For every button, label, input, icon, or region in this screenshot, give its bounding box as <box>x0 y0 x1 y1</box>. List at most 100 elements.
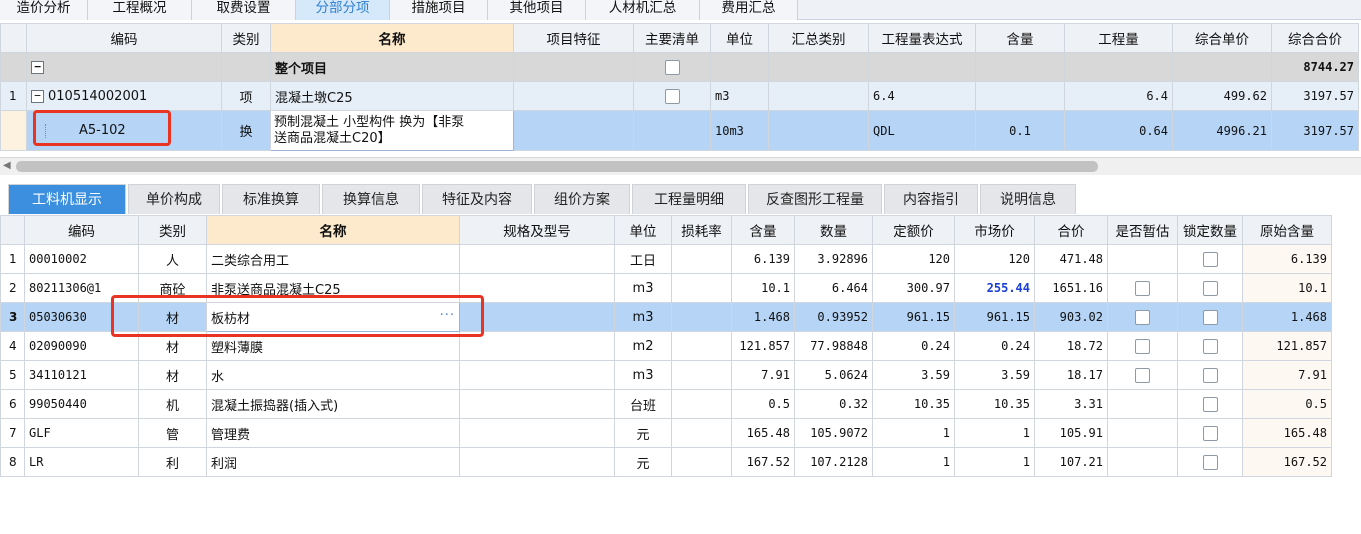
material-market-price[interactable]: 10.35 <box>954 389 1035 419</box>
subtab-labor-material-display[interactable]: 工料机显示 <box>8 184 126 214</box>
estimate-checkbox[interactable] <box>1135 367 1150 383</box>
estimate-checkbox[interactable] <box>1135 309 1150 325</box>
table-row[interactable]: 1 00010002 人二类综合用工 工日 6.139 3.92896 120 120 471.… <box>0 244 1332 274</box>
material-code[interactable]: LR <box>24 447 139 477</box>
lock-checkbox[interactable] <box>1202 309 1218 325</box>
material-spec[interactable] <box>459 331 615 361</box>
header-quantity[interactable]: 工程量 <box>1064 23 1173 53</box>
subtab-quantity-details[interactable]: 工程量明细 <box>632 184 746 214</box>
header-lock-quantity[interactable]: 锁定数量 <box>1177 215 1243 245</box>
lock-quantity-cell[interactable] <box>1177 389 1243 419</box>
material-market-price[interactable]: 1 <box>954 418 1035 448</box>
material-market-price[interactable]: 1 <box>954 447 1035 477</box>
material-content[interactable]: 10.1 <box>731 273 795 303</box>
material-content[interactable]: 1.468 <box>731 302 795 332</box>
material-loss-rate[interactable] <box>671 418 732 448</box>
material-loss-rate[interactable] <box>671 302 732 332</box>
material-code[interactable]: 99050440 <box>24 389 139 419</box>
material-market-price[interactable]: 120 <box>954 244 1035 274</box>
header-quantity-expression[interactable]: 工程量表达式 <box>868 23 976 53</box>
is-estimate-cell[interactable] <box>1107 418 1178 448</box>
header-content[interactable]: 含量 <box>975 23 1065 53</box>
subtab-description-info[interactable]: 说明信息 <box>980 184 1076 214</box>
material-spec[interactable] <box>459 273 615 303</box>
table-row[interactable]: 8 LR 利利润元 167.52 107.2128 1 1 107.21 167.52 <box>0 447 1332 477</box>
horizontal-scrollbar[interactable]: ◀ <box>0 157 1361 175</box>
material-code[interactable]: GLF <box>24 418 139 448</box>
header-name[interactable]: 名称 <box>206 215 460 245</box>
material-content[interactable]: 0.5 <box>731 389 795 419</box>
scroll-left-icon[interactable]: ◀ <box>3 160 11 171</box>
subtab-features-content[interactable]: 特征及内容 <box>422 184 532 214</box>
material-code[interactable]: 00010002 <box>24 244 139 274</box>
item-row[interactable]: 1 −010514002001 项 混凝土墩C25 m3 6.4 6.4 499… <box>0 81 1359 111</box>
main-list-checkbox[interactable] <box>664 88 680 104</box>
sub-item-row[interactable]: A5-102 换 预制混凝土 小型构件 换为【非泵 送商品混凝土C20】 10m3… <box>0 110 1359 151</box>
header-unit[interactable]: 单位 <box>614 215 672 245</box>
header-name[interactable]: 名称 <box>270 23 514 53</box>
tab-other-items[interactable]: 其他项目 <box>488 0 586 20</box>
is-estimate-cell[interactable] <box>1107 302 1178 332</box>
lock-quantity-cell[interactable] <box>1177 273 1243 303</box>
lock-checkbox[interactable] <box>1202 454 1218 470</box>
table-row[interactable]: 4 02090090 材塑料薄膜 m2 121.857 77.98848 0.24 0.24 1… <box>0 331 1332 361</box>
table-row[interactable]: 3 05030630 材板枋材 ··· m3 1.468 0.93952 961.15 961.… <box>0 302 1332 332</box>
is-estimate-cell[interactable] <box>1107 389 1178 419</box>
subtab-conversion-info[interactable]: 换算信息 <box>322 184 420 214</box>
material-name[interactable]: 管理费 <box>206 418 460 448</box>
header-code[interactable]: 编码 <box>24 215 139 245</box>
material-code[interactable]: 34110121 <box>24 360 139 390</box>
lock-quantity-cell[interactable] <box>1177 447 1243 477</box>
lock-quantity-cell[interactable] <box>1177 244 1243 274</box>
header-feature[interactable]: 项目特征 <box>513 23 634 53</box>
material-spec[interactable] <box>459 302 615 332</box>
material-market-price[interactable]: 255.44 <box>954 273 1035 303</box>
material-content[interactable]: 121.857 <box>731 331 795 361</box>
estimate-checkbox[interactable] <box>1135 338 1150 354</box>
material-name[interactable]: 混凝土振捣器(插入式) <box>206 389 460 419</box>
is-estimate-cell[interactable] <box>1107 244 1178 274</box>
lock-quantity-cell[interactable] <box>1177 418 1243 448</box>
is-estimate-cell[interactable] <box>1107 447 1178 477</box>
material-spec[interactable] <box>459 389 615 419</box>
header-market-price[interactable]: 市场价 <box>954 215 1035 245</box>
tab-labor-material-summary[interactable]: 人材机汇总 <box>586 0 700 20</box>
material-name[interactable]: 板枋材 ··· <box>206 302 460 332</box>
estimate-checkbox[interactable] <box>1135 280 1150 296</box>
header-type[interactable]: 类别 <box>138 215 207 245</box>
material-spec[interactable] <box>459 244 615 274</box>
main-list-checkbox[interactable] <box>664 59 680 75</box>
material-name[interactable]: 水 <box>206 360 460 390</box>
lock-quantity-cell[interactable] <box>1177 302 1243 332</box>
lock-quantity-cell[interactable] <box>1177 331 1243 361</box>
scrollbar-thumb[interactable] <box>16 161 1098 172</box>
is-estimate-cell[interactable] <box>1107 331 1178 361</box>
header-total[interactable]: 合价 <box>1034 215 1108 245</box>
table-row[interactable]: 2 80211306@1 商砼 非泵送商品混凝土C25 m3 10.1 6.464 300.9… <box>0 273 1332 303</box>
material-loss-rate[interactable] <box>671 360 732 390</box>
header-type[interactable]: 类别 <box>221 23 271 53</box>
lock-checkbox[interactable] <box>1202 425 1218 441</box>
material-spec[interactable] <box>459 418 615 448</box>
material-content[interactable]: 7.91 <box>731 360 795 390</box>
item-expression[interactable]: 6.4 <box>868 81 976 111</box>
material-loss-rate[interactable] <box>671 273 732 303</box>
material-code[interactable]: 05030630 <box>24 302 139 332</box>
material-content[interactable]: 6.139 <box>731 244 795 274</box>
header-main-list[interactable]: 主要清单 <box>633 23 711 53</box>
material-market-price[interactable]: 0.24 <box>954 331 1035 361</box>
material-market-price[interactable]: 961.15 <box>954 302 1035 332</box>
header-spec[interactable]: 规格及型号 <box>459 215 615 245</box>
header-content[interactable]: 含量 <box>731 215 795 245</box>
sub-item-expression[interactable]: QDL <box>868 110 976 151</box>
table-row[interactable]: 7 GLF 管管理费元 165.48 105.9072 1 1 105.91 165.48 <box>0 418 1332 448</box>
header-is-estimate[interactable]: 是否暂估 <box>1107 215 1178 245</box>
header-loss-rate[interactable]: 损耗率 <box>671 215 732 245</box>
is-estimate-cell[interactable] <box>1107 360 1178 390</box>
collapse-icon[interactable]: − <box>31 60 44 74</box>
tab-project-overview[interactable]: 工程概况 <box>88 0 192 20</box>
material-market-price[interactable]: 3.59 <box>954 360 1035 390</box>
header-summary-category[interactable]: 汇总类别 <box>768 23 869 53</box>
material-name[interactable]: 非泵送商品混凝土C25 <box>206 273 460 303</box>
subtab-unit-price-composition[interactable]: 单价构成 <box>128 184 220 214</box>
